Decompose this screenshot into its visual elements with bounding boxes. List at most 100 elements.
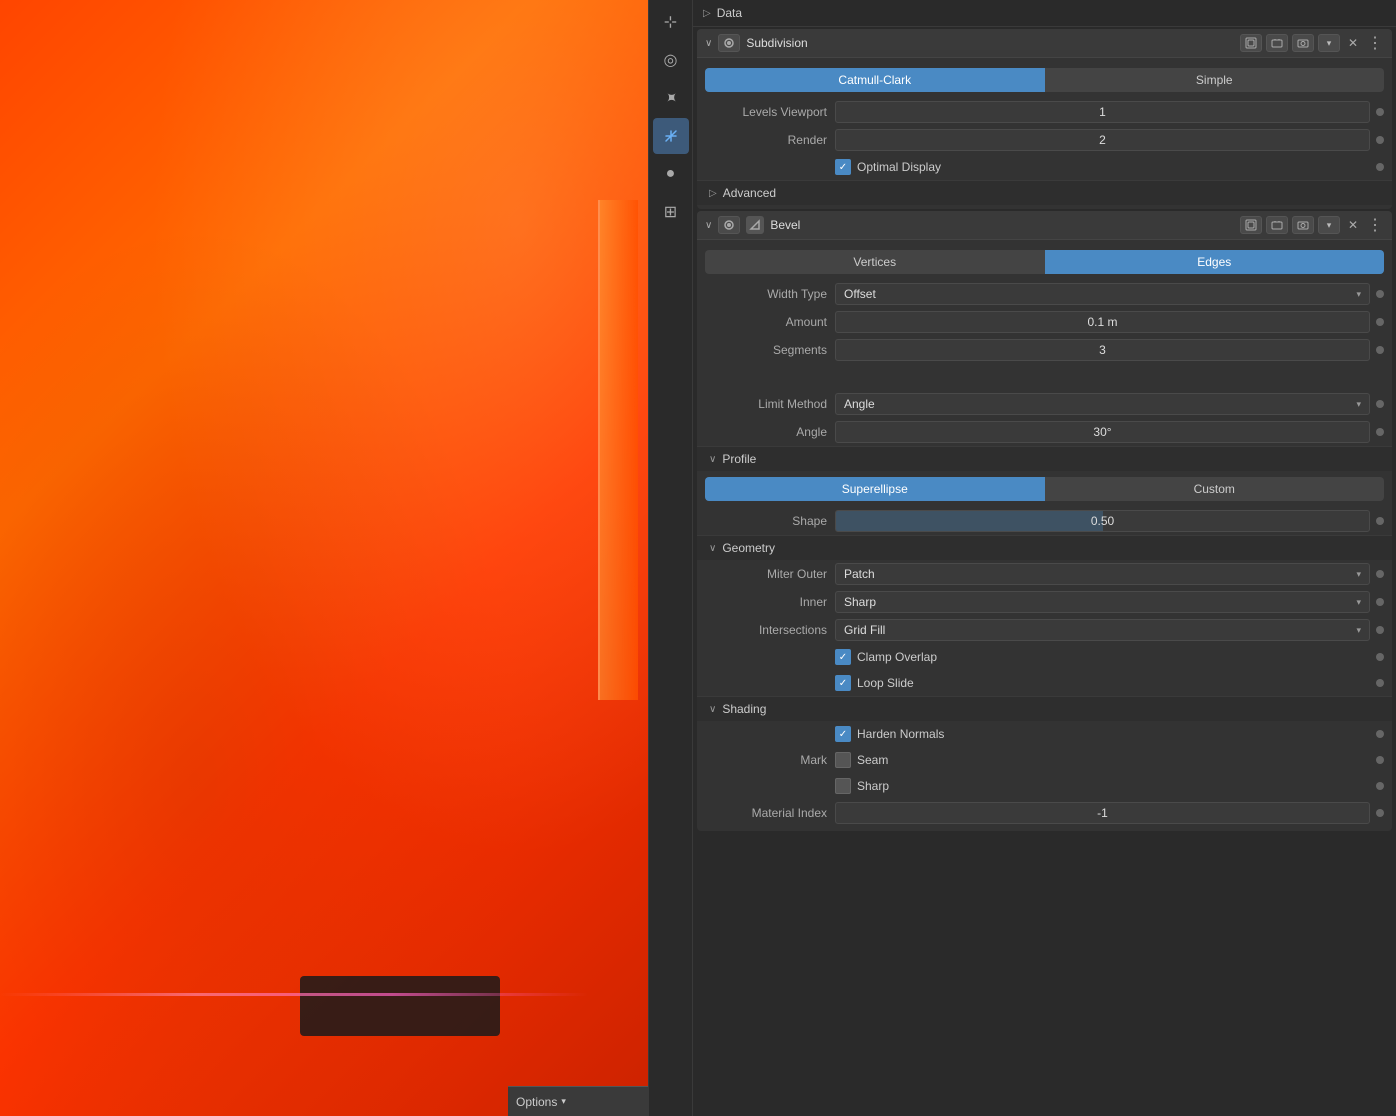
width-type-value[interactable]: Offset ▾ xyxy=(835,283,1370,305)
segments-value[interactable]: 3 xyxy=(835,339,1370,361)
bevel-close-btn[interactable]: ✕ xyxy=(1344,216,1362,234)
data-section-label: Data xyxy=(717,6,742,20)
optimal-display-dot[interactable] xyxy=(1376,163,1384,171)
optimal-display-checkbox[interactable]: ✓ xyxy=(835,159,851,175)
clamp-overlap-wrap: ✓ Clamp Overlap xyxy=(835,649,1370,665)
clamp-overlap-row: ✓ Clamp Overlap xyxy=(697,644,1392,670)
tab-custom[interactable]: Custom xyxy=(1045,477,1385,501)
material-index-value[interactable]: -1 xyxy=(835,802,1370,824)
intersections-label: Intersections xyxy=(705,623,835,637)
icon-bar: ⊹ ◎ ✦ ● ⊞ xyxy=(648,0,692,1116)
material-icon[interactable]: ● xyxy=(653,156,689,192)
shape-dot[interactable] xyxy=(1376,517,1384,525)
shape-value[interactable]: 0.50 xyxy=(835,510,1370,532)
bevel-realtime-btn[interactable] xyxy=(1240,216,1262,234)
width-type-dot[interactable] xyxy=(1376,290,1384,298)
modifier-properties-icon[interactable] xyxy=(653,118,689,154)
harden-normals-dot[interactable] xyxy=(1376,730,1384,738)
subdivision-render-btn[interactable] xyxy=(1266,34,1288,52)
loop-slide-checkbox[interactable]: ✓ xyxy=(835,675,851,691)
loop-slide-dot[interactable] xyxy=(1376,679,1384,687)
profile-section-header[interactable]: ∨ Profile xyxy=(697,446,1392,471)
subdivision-menu-btn[interactable]: ⋮ xyxy=(1366,34,1384,52)
mark-sharp-checkbox[interactable] xyxy=(835,778,851,794)
geometry-arrow-icon: ∨ xyxy=(709,543,716,554)
properties-panel: ▷ Data ∨ Subdivision ▾ ✕ ⋮ xyxy=(692,0,1396,1116)
segments-label: Segments xyxy=(705,343,835,357)
material-index-dot[interactable] xyxy=(1376,809,1384,817)
viewport[interactable]: Options ▾ xyxy=(0,0,648,1116)
harden-normals-checkbox[interactable]: ✓ xyxy=(835,726,851,742)
data-section-header[interactable]: ▷ Data xyxy=(693,0,1396,27)
segments-row: Segments 3 xyxy=(697,336,1392,364)
limit-method-row: Limit Method Angle ▾ xyxy=(697,390,1392,418)
tab-superellipse[interactable]: Superellipse xyxy=(705,477,1045,501)
miter-inner-label: Inner xyxy=(705,595,835,609)
advanced-section[interactable]: ▷ Advanced xyxy=(697,180,1392,205)
miter-outer-label: Miter Outer xyxy=(705,567,835,581)
render-row: Render 2 xyxy=(697,126,1392,154)
amount-dot[interactable] xyxy=(1376,318,1384,326)
bevel-render-btn[interactable] xyxy=(1266,216,1288,234)
geometry-section-header[interactable]: ∨ Geometry xyxy=(697,535,1392,560)
subdivision-realtime-btn[interactable] xyxy=(1240,34,1262,52)
mark-sharp-dot[interactable] xyxy=(1376,782,1384,790)
subdivision-controls: ▾ ✕ ⋮ xyxy=(1240,34,1384,52)
bevel-header[interactable]: ∨ Bevel ▾ ✕ ⋮ xyxy=(697,211,1392,240)
options-bar[interactable]: Options ▾ xyxy=(508,1086,648,1116)
cursor-icon[interactable]: ⊹ xyxy=(653,4,689,40)
miter-inner-arrow-icon: ▾ xyxy=(1356,597,1361,608)
shape-label: Shape xyxy=(705,514,835,528)
limit-method-dot[interactable] xyxy=(1376,400,1384,408)
subdivision-camera-btn[interactable] xyxy=(1292,34,1314,52)
miter-inner-dot[interactable] xyxy=(1376,598,1384,606)
levels-viewport-value[interactable]: 1 xyxy=(835,101,1370,123)
shape-row: Shape 0.50 xyxy=(697,507,1392,535)
advanced-arrow-icon: ▷ xyxy=(709,188,717,199)
bevel-visibility-toggle[interactable] xyxy=(718,216,740,234)
angle-value[interactable]: 30° xyxy=(835,421,1370,443)
tab-edges[interactable]: Edges xyxy=(1045,250,1385,274)
subdivision-close-btn[interactable]: ✕ xyxy=(1344,34,1362,52)
limit-method-arrow-icon: ▾ xyxy=(1356,399,1361,410)
render-value[interactable]: 2 xyxy=(835,129,1370,151)
tab-vertices[interactable]: Vertices xyxy=(705,250,1045,274)
miter-outer-arrow-icon: ▾ xyxy=(1356,569,1361,580)
tab-simple[interactable]: Simple xyxy=(1045,68,1385,92)
subdivision-dropdown-btn[interactable]: ▾ xyxy=(1318,34,1340,52)
subdivision-content: Catmull-Clark Simple Levels Viewport 1 R… xyxy=(697,58,1392,209)
bevel-menu-btn[interactable]: ⋮ xyxy=(1366,216,1384,234)
subdivision-visibility-toggle[interactable] xyxy=(718,34,740,52)
mark-label: Mark xyxy=(705,753,835,767)
bevel-content: Vertices Edges Width Type Offset ▾ Amoun… xyxy=(697,240,1392,831)
miter-outer-value[interactable]: Patch ▾ xyxy=(835,563,1370,585)
subdivision-header[interactable]: ∨ Subdivision ▾ ✕ ⋮ xyxy=(697,29,1392,58)
intersections-value[interactable]: Grid Fill ▾ xyxy=(835,619,1370,641)
shading-section-header[interactable]: ∨ Shading xyxy=(697,696,1392,721)
clamp-overlap-label: Clamp Overlap xyxy=(857,650,937,664)
intersections-dot[interactable] xyxy=(1376,626,1384,634)
miter-inner-value[interactable]: Sharp ▾ xyxy=(835,591,1370,613)
miter-outer-dot[interactable] xyxy=(1376,570,1384,578)
limit-method-value[interactable]: Angle ▾ xyxy=(835,393,1370,415)
clamp-overlap-checkbox[interactable]: ✓ xyxy=(835,649,851,665)
clamp-overlap-dot[interactable] xyxy=(1376,653,1384,661)
levels-viewport-dot[interactable] xyxy=(1376,108,1384,116)
mark-seam-checkbox[interactable] xyxy=(835,752,851,768)
orbit-icon[interactable]: ◎ xyxy=(653,42,689,78)
bevel-camera-btn[interactable] xyxy=(1292,216,1314,234)
render-icon[interactable]: ⊞ xyxy=(653,194,689,230)
segments-dot[interactable] xyxy=(1376,346,1384,354)
move-icon[interactable]: ✦ xyxy=(645,73,696,124)
angle-dot[interactable] xyxy=(1376,428,1384,436)
mark-seam-row: Mark Seam xyxy=(697,747,1392,773)
angle-label: Angle xyxy=(705,425,835,439)
limit-method-text: Angle xyxy=(844,397,875,411)
subdivision-type-tabs: Catmull-Clark Simple xyxy=(705,68,1384,92)
render-dot[interactable] xyxy=(1376,136,1384,144)
render-label: Render xyxy=(705,133,835,147)
bevel-dropdown-btn[interactable]: ▾ xyxy=(1318,216,1340,234)
amount-value[interactable]: 0.1 m xyxy=(835,311,1370,333)
tab-catmull-clark[interactable]: Catmull-Clark xyxy=(705,68,1045,92)
mark-seam-dot[interactable] xyxy=(1376,756,1384,764)
